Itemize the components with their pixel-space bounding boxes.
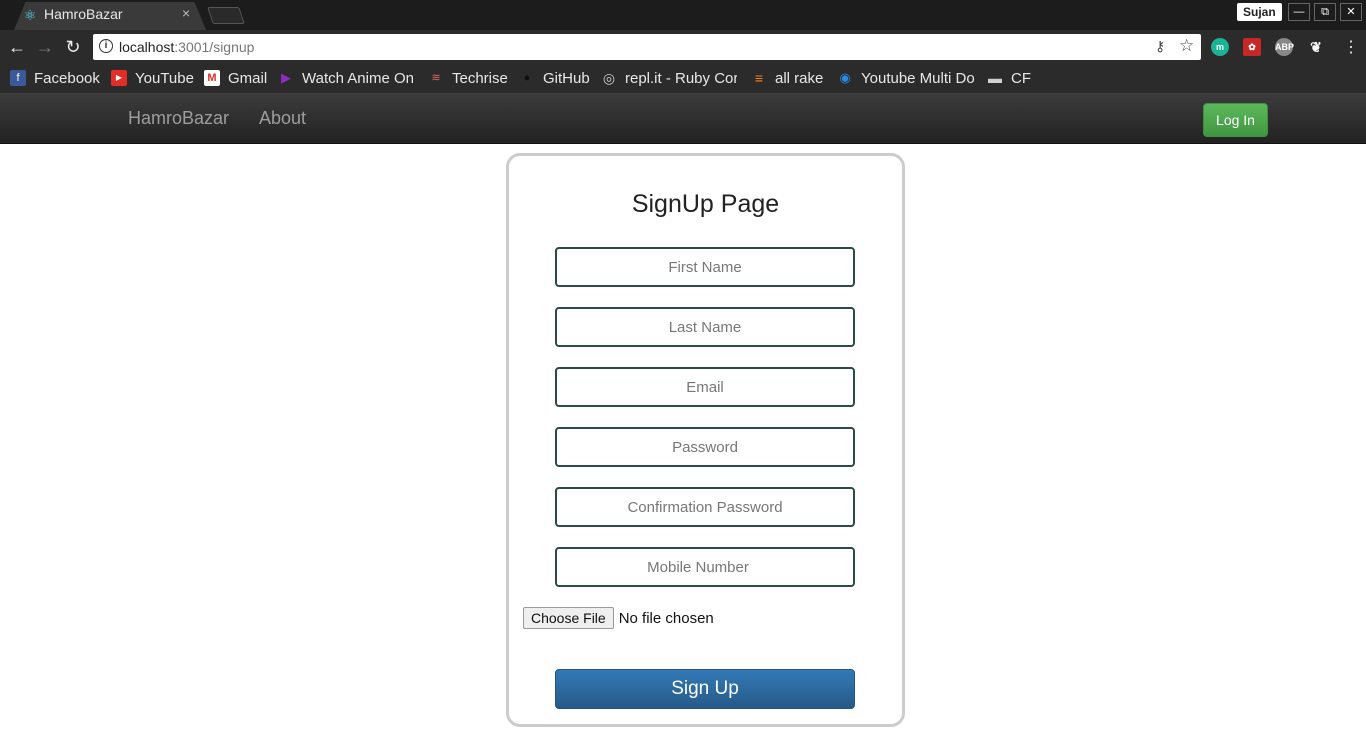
browser-tab-strip: ⚛ HamroBazar × Sujan — ⧉ ✕ — [0, 0, 1366, 30]
url-path: :3001/signup — [174, 39, 255, 55]
minimize-button[interactable]: — — [1288, 3, 1310, 21]
bookmark-techrise[interactable]: ≋ Techrise — [428, 68, 508, 88]
tab-close-icon[interactable]: × — [182, 5, 190, 21]
bookmarks-bar: f Facebook ▶ YouTube M Gmail ▶ Watch Ani… — [0, 64, 1366, 93]
file-upload: Choose File No file chosen — [523, 607, 714, 629]
email-input[interactable] — [555, 367, 855, 407]
play-icon: ▶ — [281, 70, 291, 85]
folder-icon: ▬ — [988, 70, 1002, 86]
page-title: SignUp Page — [631, 190, 780, 218]
login-button[interactable]: Log In — [1203, 103, 1268, 137]
bookmark-gmail[interactable]: M Gmail — [204, 68, 267, 88]
new-tab-button[interactable] — [207, 7, 245, 24]
extension-feather-icon[interactable]: ❦ — [1307, 38, 1325, 56]
react-icon: ⚛ — [23, 7, 37, 23]
signup-card: SignUp Page Choose File No file chosen S… — [506, 153, 905, 727]
nav-about-link[interactable]: About — [259, 108, 306, 129]
bookmark-label: Facebook — [34, 69, 100, 87]
info-icon[interactable]: i — [99, 39, 113, 53]
profile-button[interactable]: Sujan — [1237, 3, 1282, 21]
brand-link[interactable]: HamroBazar — [128, 108, 229, 129]
file-status-text: No file chosen — [618, 609, 714, 627]
extension-red-icon[interactable]: ✿ — [1243, 38, 1261, 56]
bookmark-youtube[interactable]: ▶ YouTube — [111, 68, 194, 88]
mobile-number-input[interactable] — [555, 547, 855, 587]
bookmark-github[interactable]: ● GitHub — [519, 68, 590, 88]
techrise-icon: ≋ — [431, 72, 441, 84]
bookmark-label: YouTube — [135, 69, 194, 87]
bookmark-label: GitHub — [543, 69, 590, 87]
bookmark-label: Techrise — [452, 69, 508, 87]
bookmark-all-rake[interactable]: ≡ all rake — [751, 68, 823, 88]
gmail-icon: M — [204, 70, 220, 86]
bookmark-label: Youtube Multi Do — [861, 69, 975, 87]
forward-arrow-icon[interactable]: → — [34, 36, 56, 58]
url-host: localhost — [119, 39, 175, 55]
stackoverflow-icon: ≡ — [754, 70, 764, 86]
url-text: localhost:3001/signup — [119, 39, 254, 55]
last-name-input[interactable] — [555, 307, 855, 347]
back-arrow-icon[interactable]: ← — [6, 36, 28, 58]
github-icon: ● — [523, 72, 531, 84]
bookmark-label: repl.it - Ruby Cor — [625, 69, 737, 87]
signup-button[interactable]: Sign Up — [555, 669, 855, 709]
address-bar[interactable]: i localhost:3001/signup ⚷ ☆ — [93, 34, 1201, 60]
reload-icon[interactable]: ↻ — [62, 36, 84, 58]
youtube-icon: ▶ — [111, 70, 127, 86]
bookmark-youtube-multi[interactable]: ◉ Youtube Multi Do — [837, 68, 975, 88]
facebook-icon: f — [10, 70, 26, 86]
bookmark-label: CF — [1011, 69, 1031, 87]
bookmark-label: Gmail — [228, 69, 268, 87]
browser-menu-icon[interactable]: ⋮ — [1343, 37, 1359, 57]
bookmark-folder-cf[interactable]: ▬ CF — [987, 68, 1031, 88]
bookmark-label: all rake — [775, 69, 824, 87]
key-icon[interactable]: ⚷ — [1155, 38, 1165, 55]
browser-toolbar: ← → ↻ i localhost:3001/signup ⚷ ☆ m ✿ AB… — [0, 30, 1366, 64]
first-name-input[interactable] — [555, 247, 855, 287]
bookmark-watch-anime[interactable]: ▶ Watch Anime Onl — [278, 68, 414, 88]
password-input[interactable] — [555, 427, 855, 467]
bookmark-facebook[interactable]: f Facebook — [10, 68, 100, 88]
bookmark-label: Watch Anime Onl — [302, 69, 414, 87]
adblock-icon[interactable]: ABP — [1275, 38, 1294, 56]
extension-m-icon[interactable]: m — [1211, 38, 1229, 56]
confirm-password-input[interactable] — [555, 487, 855, 527]
replit-icon: ◎ — [602, 70, 616, 86]
choose-file-button[interactable]: Choose File — [523, 607, 614, 629]
site-navbar: HamroBazar About Log In — [0, 93, 1366, 144]
bookmark-replit[interactable]: ◎ repl.it - Ruby Cor — [601, 68, 737, 88]
close-window-button[interactable]: ✕ — [1340, 3, 1362, 21]
tab-title[interactable]: HamroBazar — [44, 6, 123, 22]
restore-button[interactable]: ⧉ — [1314, 3, 1336, 21]
youtube-multi-icon: ◉ — [839, 70, 851, 85]
star-icon[interactable]: ☆ — [1179, 36, 1194, 56]
